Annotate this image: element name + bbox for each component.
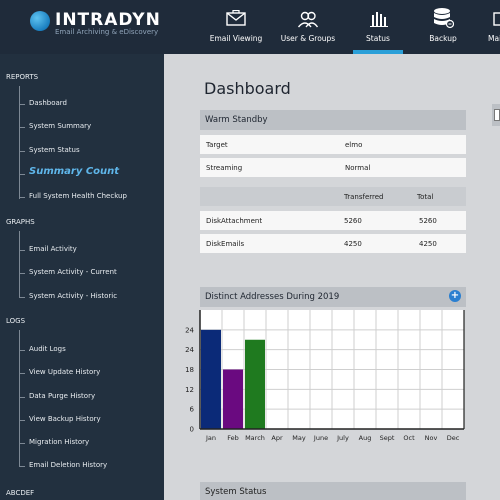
nav-label: Backup [429, 34, 457, 43]
x-tick-label: Feb [227, 434, 239, 442]
x-tick-label: Dec [447, 434, 460, 442]
users-icon [297, 11, 319, 28]
cell-transferred: 4250 [344, 240, 362, 248]
section-logs: LOGS [6, 317, 26, 325]
section-graphs: GRAPHS [6, 218, 35, 226]
nav-user-groups[interactable]: User & Groups [272, 0, 344, 54]
table-row: DiskAttachment 5260 5260 [200, 211, 466, 230]
nav-email-viewing[interactable]: Email Viewing [200, 0, 272, 54]
scroll-thumb[interactable] [494, 109, 500, 121]
sidebar: REPORTS Dashboard System Summary System … [0, 54, 164, 500]
cell-transferred: 5260 [344, 217, 362, 225]
cell-name: DiskEmails [206, 240, 245, 248]
expand-plus-icon[interactable]: + [449, 290, 461, 302]
bar-feb [223, 369, 243, 429]
tree-line [19, 86, 20, 199]
cell-total: 4250 [419, 240, 437, 248]
tree-line [19, 231, 20, 298]
brand-subtitle: Email Archiving & eDiscovery [55, 28, 159, 36]
x-tick-label: Jan [205, 434, 216, 442]
row-label: Target [206, 141, 228, 149]
x-tick-label: Oct [403, 434, 415, 442]
nav-label: Status [366, 34, 390, 43]
system-status-heading: System Status [200, 482, 466, 500]
page-title: Dashboard [204, 79, 291, 98]
row-value: elmo [345, 141, 363, 149]
x-tick-label: Nov [425, 434, 438, 442]
column-header-total: Total [417, 193, 434, 201]
cell-total: 5260 [419, 217, 437, 225]
top-header: INTRADYN Email Archiving & eDiscovery Em… [0, 0, 500, 54]
y-tick-label: 0 [190, 426, 194, 434]
table-row: Target elmo [200, 135, 466, 154]
x-tick-label: March [245, 434, 265, 442]
warm-standby-heading: Warm Standby [200, 110, 466, 130]
main-content: Dashboard Warm Standby Target elmo Strea… [164, 54, 500, 500]
table-row: DiskEmails 4250 4250 [200, 234, 466, 253]
y-tick-label: 24 [185, 346, 194, 354]
x-tick-label: Sept [380, 434, 395, 442]
intradyn-logo-icon [30, 11, 50, 31]
section-reports: REPORTS [6, 73, 39, 81]
distinct-addresses-heading: Distinct Addresses During 2019 + [200, 287, 466, 307]
bar-chart-icon [370, 12, 388, 27]
brand-name: INTRADYN [55, 10, 161, 30]
nav-label: Email Viewing [209, 34, 263, 43]
x-tick-label: Apr [271, 434, 283, 442]
row-value: Normal [345, 164, 371, 172]
table-row: Streaming Normal [200, 158, 466, 177]
x-tick-label: June [313, 434, 328, 442]
section-abcdef: ABCDEF [6, 489, 35, 497]
y-tick-label: 24 [185, 326, 194, 334]
cell-name: DiskAttachment [206, 217, 263, 225]
y-tick-label: 12 [185, 386, 194, 394]
nav-mail[interactable]: Mai [482, 0, 500, 54]
y-tick-label: 6 [190, 406, 195, 414]
y-tick-label: 18 [185, 366, 194, 374]
nav-label: User & Groups [280, 34, 336, 43]
nav-status[interactable]: Status [353, 0, 403, 54]
column-header-transferred: Transferred [344, 193, 384, 201]
nav-backup[interactable]: Backup [418, 0, 468, 54]
row-label: Streaming [206, 164, 243, 172]
bar-chart: 0 6 12 18 24 24 Jan Feb March Apr May June July Aug Se… [185, 308, 466, 450]
bar-jan [201, 329, 221, 429]
envelope-icon [226, 10, 246, 26]
x-tick-label: May [292, 434, 306, 442]
nav-label: Mai [488, 34, 500, 43]
mail-icon [493, 12, 500, 26]
transfer-table-header: Transferred Total [200, 187, 466, 206]
database-icon [434, 8, 454, 29]
x-tick-label: Aug [359, 434, 372, 442]
chart-svg: 0 6 12 18 24 24 Jan Feb March Apr May June July Aug Se… [185, 310, 465, 442]
chart-title: Distinct Addresses During 2019 [205, 292, 340, 302]
bar-march [245, 339, 265, 429]
x-tick-label: July [336, 434, 349, 442]
